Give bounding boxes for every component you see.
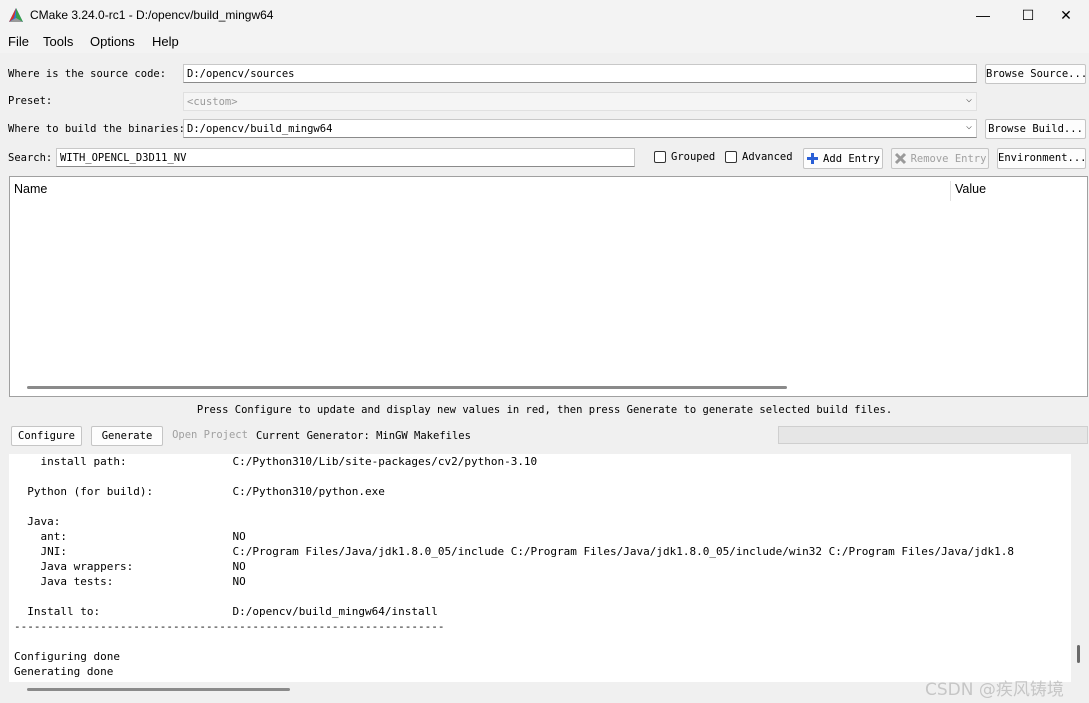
current-generator: Current Generator: MinGW Makefiles (256, 430, 471, 442)
log-line: install path: C:/Python310/Lib/site-pack… (14, 455, 538, 468)
log-line: JNI: C:/Program Files/Java/jdk1.8.0_05/i… (14, 545, 1015, 558)
column-header-name[interactable]: Name (14, 182, 47, 196)
binaries-select[interactable]: D:/opencv/build_mingw64 ⌵ (183, 119, 977, 138)
progress-bar (778, 426, 1088, 444)
cache-table[interactable]: Name Value (9, 176, 1088, 397)
log-line: ant: NO (14, 530, 246, 543)
open-project-button[interactable]: Open Project (170, 426, 250, 446)
preset-select: <custom> ⌵ (183, 92, 977, 111)
log-line: Python (for build): C:/Python310/python.… (14, 485, 385, 498)
source-input[interactable]: D:/opencv/sources (183, 64, 977, 83)
configure-button[interactable]: Configure (11, 426, 82, 446)
watermark: CSDN @疾风铸境 (925, 680, 1064, 700)
chevron-down-icon: ⌵ (965, 94, 972, 105)
table-horizontal-scrollbar[interactable] (27, 386, 787, 389)
advanced-checkbox[interactable]: Advanced (725, 151, 793, 163)
grouped-checkbox[interactable]: Grouped (654, 151, 715, 163)
remove-icon (894, 152, 906, 165)
checkbox-box[interactable] (654, 151, 666, 163)
grouped-label: Grouped (671, 151, 716, 163)
environment-button[interactable]: Environment... (997, 148, 1086, 169)
plus-icon (807, 153, 819, 164)
remove-entry-button[interactable]: Remove Entry (891, 148, 989, 169)
search-input[interactable]: WITH_OPENCL_D3D11_NV (56, 148, 635, 167)
source-label: Where is the source code: (8, 68, 167, 80)
advanced-label: Advanced (742, 151, 793, 163)
log-line: Java wrappers: NO (14, 560, 246, 573)
close-button[interactable]: ✕ (1043, 0, 1089, 30)
column-divider[interactable] (950, 181, 951, 201)
preset-label: Preset: (8, 95, 53, 107)
output-vertical-scrollbar[interactable] (1077, 645, 1080, 663)
menu-help[interactable]: Help (152, 34, 179, 49)
cmake-logo-icon (9, 8, 23, 22)
browse-build-button[interactable]: Browse Build... (985, 119, 1086, 139)
window-title: CMake 3.24.0-rc1 - D:/opencv/build_mingw… (30, 8, 274, 22)
log-line: Install to: D:/opencv/build_mingw64/inst… (14, 605, 438, 618)
status-message: Press Configure to update and display ne… (196, 404, 893, 416)
log-line: ----------------------------------------… (14, 620, 445, 633)
search-label: Search: (8, 152, 53, 164)
generate-button[interactable]: Generate (91, 426, 163, 446)
menu-bar: File Tools Options Help (0, 30, 1089, 53)
title-bar: CMake 3.24.0-rc1 - D:/opencv/build_mingw… (0, 0, 1089, 30)
minimize-button[interactable]: — (960, 0, 1006, 30)
menu-tools[interactable]: Tools (43, 34, 73, 49)
log-line: Configuring done (14, 650, 120, 663)
menu-options[interactable]: Options (90, 34, 135, 49)
remove-entry-label: Remove Entry (910, 152, 987, 165)
chevron-down-icon[interactable]: ⌵ (966, 121, 972, 133)
output-log[interactable]: install path: C:/Python310/Lib/site-pack… (9, 454, 1071, 682)
add-entry-button[interactable]: Add Entry (803, 148, 883, 169)
add-entry-label: Add Entry (823, 152, 880, 165)
log-line: Generating done (14, 665, 114, 678)
binaries-value: D:/opencv/build_mingw64 (187, 123, 333, 135)
browse-source-button[interactable]: Browse Source... (985, 64, 1086, 84)
binaries-label: Where to build the binaries: (8, 123, 186, 135)
log-line: Java tests: NO (14, 575, 246, 588)
column-header-value[interactable]: Value (955, 182, 986, 196)
checkbox-box[interactable] (725, 151, 737, 163)
log-line: Java: (14, 515, 61, 528)
output-horizontal-scrollbar[interactable] (27, 688, 290, 691)
preset-value: <custom> (187, 96, 238, 108)
menu-file[interactable]: File (8, 34, 29, 49)
